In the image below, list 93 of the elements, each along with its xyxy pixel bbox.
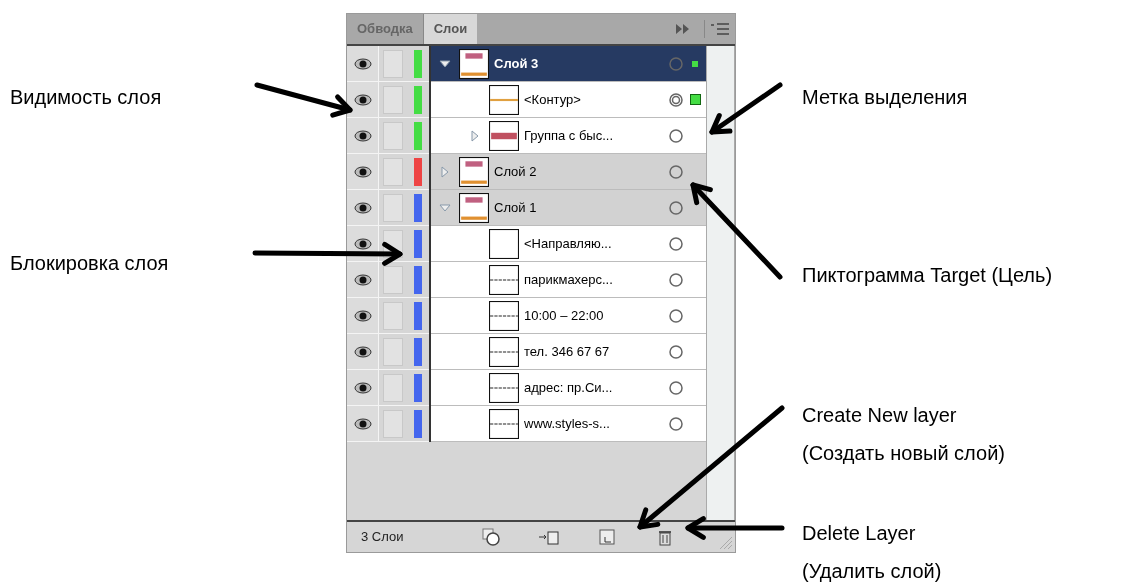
thumbnail-icon [489, 120, 519, 151]
layer-name: <Контур> [524, 90, 582, 109]
callout-label: Блокировка слоя [10, 251, 169, 276]
eye-icon[interactable] [353, 93, 372, 106]
clipping-mask-button[interactable] [481, 527, 501, 547]
callout-label: Create New layer (Создать новый слой) [802, 403, 1005, 466]
disclosure-triangle-icon[interactable] [439, 57, 451, 70]
thumbnail-icon [489, 84, 519, 115]
thumbnail-icon [489, 300, 519, 331]
layer-name: тел. 346 67 67 [524, 342, 611, 361]
trash-icon [658, 528, 672, 546]
scrollbar[interactable] [706, 46, 735, 520]
lock-toggle[interactable] [383, 49, 403, 78]
lock-toggle[interactable] [383, 157, 403, 186]
layer-row[interactable]: тел. 346 67 67 [431, 334, 706, 370]
layer-color-bar [414, 265, 422, 294]
fast-forward-icon[interactable] [676, 24, 690, 34]
panel-menu-icon[interactable] [711, 23, 729, 35]
lock-toggle[interactable] [383, 337, 403, 366]
layer-name: Слой 2 [494, 162, 538, 181]
layer-name: парикмахерс... [524, 270, 614, 289]
lock-toggle[interactable] [383, 85, 403, 114]
layer-name: Слой 1 [494, 198, 538, 217]
layer-name: <Направляю... [524, 234, 613, 253]
layer-row[interactable]: парикмахерс... [431, 262, 706, 298]
eye-icon[interactable] [353, 417, 372, 430]
layer-row[interactable]: адрес: пр.Си... [431, 370, 706, 406]
eye-icon[interactable] [353, 57, 372, 70]
layer-row[interactable]: 10:00 – 22:00 [431, 298, 706, 334]
circle-square-icon [482, 528, 500, 546]
target-icon[interactable] [668, 379, 684, 396]
layer-color-bar [414, 121, 422, 150]
layer-color-bar [414, 409, 422, 438]
eye-icon[interactable] [353, 381, 372, 394]
layer-name: 10:00 – 22:00 [524, 306, 605, 325]
layer-row[interactable]: Слой 1 [431, 190, 706, 226]
layer-row[interactable]: <Контур> [431, 82, 706, 118]
layer-color-bar [414, 85, 422, 114]
lock-toggle[interactable] [383, 301, 403, 330]
layer-color-bar [414, 301, 422, 330]
selection-mark[interactable] [692, 60, 698, 67]
selection-mark[interactable] [689, 94, 701, 105]
target-icon[interactable] [668, 127, 684, 144]
layer-name: адрес: пр.Си... [524, 378, 614, 397]
target-icon[interactable] [668, 91, 684, 108]
layer-color-bar [414, 373, 422, 402]
resize-grip-icon[interactable] [719, 536, 733, 550]
thumbnail-icon [489, 336, 519, 367]
target-icon[interactable] [668, 271, 684, 288]
layer-row[interactable]: Группа с быс... [431, 118, 706, 154]
target-icon[interactable] [668, 235, 684, 252]
eye-icon[interactable] [353, 129, 372, 142]
thumbnail-icon [489, 408, 519, 439]
callout-label: Delete Layer (Удалить слой) [802, 521, 942, 584]
thumbnail-icon [489, 264, 519, 295]
lock-toggle[interactable] [383, 373, 403, 402]
thumbnail-icon [459, 156, 489, 187]
thumbnail-icon [489, 228, 519, 259]
callout-label: Метка выделения [802, 85, 968, 110]
lock-toggle[interactable] [383, 121, 403, 150]
layer-name: Группа с быс... [524, 126, 615, 145]
eye-icon[interactable] [353, 345, 372, 358]
layer-row[interactable]: Слой 2 [431, 154, 706, 190]
thumbnail-icon [489, 372, 519, 403]
callout-label: Пиктограмма Target (Цель) [802, 263, 1053, 288]
layer-count: 3 Слои [361, 528, 405, 547]
new-page-icon [599, 529, 615, 545]
layer-color-bar [414, 337, 422, 366]
layer-row[interactable]: Слой 3 [431, 46, 706, 82]
target-icon[interactable] [668, 163, 684, 180]
eye-icon[interactable] [353, 273, 372, 286]
arrow-into-page-icon [539, 529, 559, 545]
new-layer-button[interactable] [597, 527, 617, 547]
callout-label: Видимость слоя [10, 85, 162, 110]
thumbnail-icon [459, 192, 489, 223]
lock-toggle[interactable] [383, 265, 403, 294]
target-icon[interactable] [668, 343, 684, 360]
eye-icon[interactable] [353, 201, 372, 214]
target-icon[interactable] [668, 199, 684, 216]
thumbnail-icon [459, 48, 489, 79]
layer-color-bar [414, 229, 422, 258]
layer-name: www.styles-s... [524, 414, 611, 433]
lock-toggle[interactable] [383, 193, 403, 222]
lock-toggle[interactable] [383, 409, 403, 438]
eye-icon[interactable] [353, 309, 372, 322]
target-icon[interactable] [668, 307, 684, 324]
eye-icon[interactable] [353, 165, 372, 178]
layer-row[interactable]: www.styles-s... [431, 406, 706, 442]
layer-row[interactable]: <Направляю... [431, 226, 706, 262]
panel-tab[interactable]: Слои [423, 14, 478, 44]
eye-icon[interactable] [353, 237, 372, 250]
layer-name: Слой 3 [494, 54, 540, 73]
target-icon[interactable] [668, 415, 684, 432]
